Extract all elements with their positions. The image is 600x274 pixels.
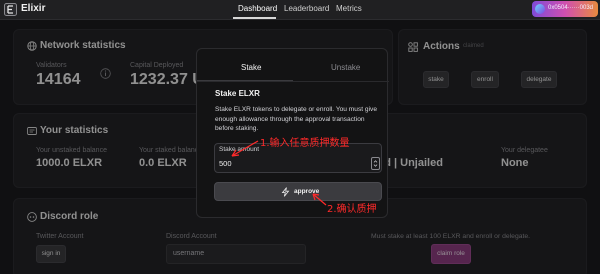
wallet-button[interactable]: 0x0504······003d xyxy=(532,1,598,17)
modal-description: Stake ELXR tokens to delegate or enroll.… xyxy=(215,106,378,132)
brand-name: Elixir xyxy=(21,3,46,14)
nav-metrics[interactable]: Metrics xyxy=(336,4,362,13)
stake-amount-label: Stake amount xyxy=(219,146,260,153)
wallet-address: 0x0504······003d xyxy=(548,5,594,11)
tab-divider xyxy=(197,81,389,82)
tab-unstake[interactable]: Unstake xyxy=(331,63,360,72)
annotation-step-1: 1.输入任意质押数量 xyxy=(260,138,350,149)
nav-dashboard[interactable]: Dashboard xyxy=(238,4,277,13)
nav-active-indicator xyxy=(233,17,276,19)
elixir-logo-icon xyxy=(4,3,17,16)
nav-leaderboard[interactable]: Leaderboard xyxy=(284,4,329,13)
annotation-step-2: 2.确认质押 xyxy=(327,204,377,215)
tab-stake[interactable]: Stake xyxy=(241,63,261,72)
wallet-avatar-icon xyxy=(535,4,545,14)
stake-amount-input[interactable] xyxy=(219,157,359,170)
lightning-icon xyxy=(281,187,290,197)
top-bar: Elixir Dashboard Leaderboard Metrics 0x0… xyxy=(0,0,600,20)
amount-stepper-icon[interactable] xyxy=(371,157,380,170)
approve-button[interactable]: approve xyxy=(214,182,382,201)
modal-heading: Stake ELXR xyxy=(215,89,260,98)
approve-label: approve xyxy=(294,188,320,195)
